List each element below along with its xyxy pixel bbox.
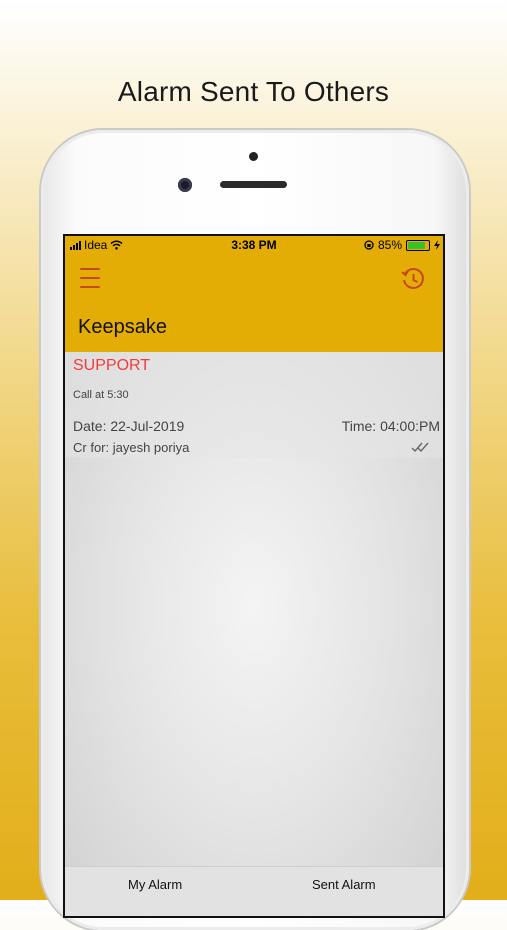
- alarm-list: SUPPORT Call at 5:30 Date: 22-Jul-2019 T…: [65, 352, 443, 916]
- battery-icon: [406, 239, 430, 251]
- earpiece-speaker: [220, 181, 287, 188]
- status-right: 85%: [364, 238, 440, 252]
- rotation-lock-icon: [364, 240, 374, 250]
- charging-bolt-icon: [434, 240, 440, 250]
- front-camera: [178, 178, 192, 192]
- battery-percent: 85%: [377, 238, 402, 252]
- alarm-title: SUPPORT: [73, 357, 151, 374]
- phone-screen: Idea 3:38 PM 85% Keepsake SUPPORT Call a…: [63, 234, 445, 918]
- alarm-description: Call at 5:30: [73, 389, 129, 401]
- double-check-icon: [411, 442, 429, 453]
- alarm-date: Date: 22-Jul-2019: [73, 418, 185, 434]
- headline: Alarm Sent To Others: [117, 76, 390, 107]
- history-clock-icon[interactable]: [400, 266, 426, 292]
- front-sensor: [249, 152, 258, 161]
- alarm-created-for: Cr for: jayesh poriya: [73, 440, 190, 455]
- alarm-card[interactable]: SUPPORT Call at 5:30 Date: 22-Jul-2019 T…: [65, 352, 443, 458]
- bottom-tab-bar: My Alarm Sent Alarm: [65, 866, 443, 916]
- app-bar: Keepsake: [65, 254, 443, 352]
- tab-my-alarm[interactable]: My Alarm: [128, 877, 182, 892]
- status-bar: Idea 3:38 PM 85%: [65, 236, 443, 254]
- hamburger-menu-icon[interactable]: [80, 268, 100, 288]
- alarm-time: Time: 04:00:PM: [341, 418, 440, 434]
- app-title: Keepsake: [78, 316, 167, 338]
- battery-fill: [408, 241, 425, 249]
- tab-sent-alarm[interactable]: Sent Alarm: [312, 877, 376, 892]
- phone-frame: Idea 3:38 PM 85% Keepsake SUPPORT Call a…: [41, 130, 469, 930]
